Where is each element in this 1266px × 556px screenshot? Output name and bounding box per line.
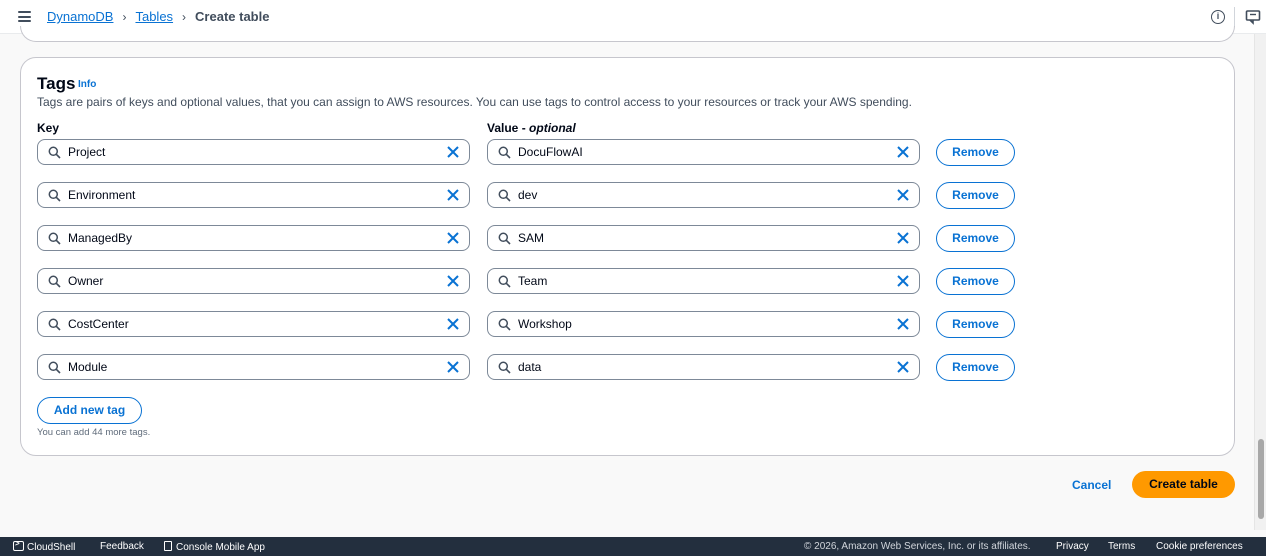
tag-value-input[interactable]: dev xyxy=(487,182,920,208)
tag-value-input[interactable]: DocuFlowAI xyxy=(487,139,920,165)
tags-info-link[interactable]: Info xyxy=(78,79,96,90)
tag-value-input[interactable]: SAM xyxy=(487,225,920,251)
terms-link[interactable]: Terms xyxy=(1108,541,1135,552)
search-icon xyxy=(48,361,61,374)
tag-key-value: CostCenter xyxy=(68,317,129,331)
tag-key-value: Module xyxy=(68,360,108,374)
breadcrumb-current: Create table xyxy=(195,9,270,24)
breadcrumb: DynamoDB › Tables › Create table xyxy=(47,9,269,24)
tag-value-value: dev xyxy=(518,188,538,202)
value-header-optional: optional xyxy=(529,121,576,135)
chevron-right-icon: › xyxy=(122,9,127,24)
clear-icon[interactable] xyxy=(896,274,910,288)
mobile-app-label: Console Mobile App xyxy=(176,542,265,553)
tag-value-input[interactable]: Workshop xyxy=(487,311,920,337)
tag-value-value: Workshop xyxy=(518,317,572,331)
remove-tag-button[interactable]: Remove xyxy=(936,182,1015,209)
breadcrumb-tables[interactable]: Tables xyxy=(135,9,173,24)
mobile-phone-icon xyxy=(164,541,172,551)
value-header-label: Value xyxy=(487,121,519,135)
clear-icon[interactable] xyxy=(896,317,910,331)
clear-icon[interactable] xyxy=(896,188,910,202)
search-icon xyxy=(48,275,61,288)
add-new-tag-button[interactable]: Add new tag xyxy=(37,397,142,424)
clear-icon[interactable] xyxy=(446,231,460,245)
cloudshell-icon xyxy=(13,539,24,551)
remove-tag-button[interactable]: Remove xyxy=(936,268,1015,295)
tag-value-value: data xyxy=(518,360,542,374)
clear-icon[interactable] xyxy=(446,317,460,331)
tags-description: Tags are pairs of keys and optional valu… xyxy=(37,95,912,109)
chevron-right-icon: › xyxy=(182,9,187,24)
create-table-button[interactable]: Create table xyxy=(1132,471,1235,498)
menu-icon[interactable] xyxy=(18,11,31,22)
cancel-button[interactable]: Cancel xyxy=(1072,478,1111,492)
console-mobile-app-link[interactable]: Console Mobile App xyxy=(164,541,265,553)
clear-icon[interactable] xyxy=(896,145,910,159)
clear-icon[interactable] xyxy=(896,231,910,245)
remove-tag-button[interactable]: Remove xyxy=(936,311,1015,338)
divider xyxy=(1234,7,1235,27)
copyright-text: © 2026, Amazon Web Services, Inc. or its… xyxy=(804,541,1031,552)
key-column-header: Key xyxy=(37,121,60,135)
page-scrollbar[interactable] xyxy=(1254,34,1266,530)
search-icon xyxy=(498,146,511,159)
search-icon xyxy=(498,361,511,374)
privacy-link[interactable]: Privacy xyxy=(1056,541,1089,552)
previous-section-container xyxy=(20,26,1235,42)
remove-tag-button[interactable]: Remove xyxy=(936,354,1015,381)
clear-icon[interactable] xyxy=(446,145,460,159)
tag-value-value: Team xyxy=(518,274,548,288)
info-icon[interactable]: i xyxy=(1211,10,1225,24)
console-footer: CloudShell Feedback Console Mobile App ©… xyxy=(0,537,1266,556)
feedback-link[interactable]: Feedback xyxy=(100,541,144,552)
search-icon xyxy=(498,318,511,331)
remove-tag-button[interactable]: Remove xyxy=(936,139,1015,166)
cloudshell-link[interactable]: CloudShell xyxy=(13,539,76,553)
cloudshell-label: CloudShell xyxy=(27,542,76,553)
tags-remaining-hint: You can add 44 more tags. xyxy=(37,427,151,438)
tag-key-value: Environment xyxy=(68,188,136,202)
breadcrumb-dynamodb[interactable]: DynamoDB xyxy=(47,9,113,24)
search-icon xyxy=(48,189,61,202)
search-icon xyxy=(498,189,511,202)
search-icon xyxy=(48,232,61,245)
clear-icon[interactable] xyxy=(446,360,460,374)
tag-key-input[interactable]: ManagedBy xyxy=(37,225,470,251)
tag-key-input[interactable]: Owner xyxy=(37,268,470,294)
tag-value-input[interactable]: Team xyxy=(487,268,920,294)
clear-icon[interactable] xyxy=(446,274,460,288)
tag-key-input[interactable]: Environment xyxy=(37,182,470,208)
remove-tag-button[interactable]: Remove xyxy=(936,225,1015,252)
scrollbar-thumb[interactable] xyxy=(1258,439,1264,519)
tag-key-input[interactable]: CostCenter xyxy=(37,311,470,337)
tag-key-input[interactable]: Project xyxy=(37,139,470,165)
clear-icon[interactable] xyxy=(446,188,460,202)
feedback-icon[interactable] xyxy=(1245,9,1261,25)
tags-container: Tags Info Tags are pairs of keys and opt… xyxy=(20,57,1235,456)
search-icon xyxy=(498,232,511,245)
tag-key-input[interactable]: Module xyxy=(37,354,470,380)
tags-heading: Tags xyxy=(37,74,76,93)
clear-icon[interactable] xyxy=(896,360,910,374)
value-column-header: Value - optional xyxy=(487,121,576,135)
tag-value-value: SAM xyxy=(518,231,545,245)
tag-key-value: Project xyxy=(68,145,106,159)
search-icon xyxy=(48,318,61,331)
tag-key-value: Owner xyxy=(68,274,104,288)
tag-value-input[interactable]: data xyxy=(487,354,920,380)
tag-key-value: ManagedBy xyxy=(68,231,133,245)
search-icon xyxy=(498,275,511,288)
cookie-preferences-link[interactable]: Cookie preferences xyxy=(1156,541,1243,552)
tag-value-value: DocuFlowAI xyxy=(518,145,583,159)
search-icon xyxy=(48,146,61,159)
